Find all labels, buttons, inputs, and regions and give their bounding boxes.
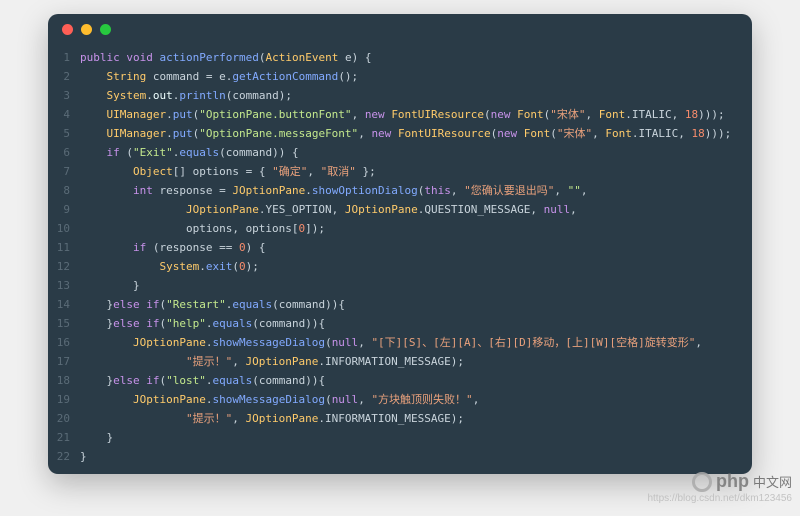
minimize-icon[interactable]	[81, 24, 92, 35]
code-line: 12 System.exit(0);	[48, 257, 752, 276]
line-number: 14	[48, 295, 80, 314]
code-line: 20 "提示！", JOptionPane.INFORMATION_MESSAG…	[48, 409, 752, 428]
code-line: 21 }	[48, 428, 752, 447]
line-content: options, options[0]);	[80, 219, 752, 238]
line-content: if ("Exit".equals(command)) {	[80, 143, 752, 162]
line-number: 7	[48, 162, 80, 181]
line-content: if (response == 0) {	[80, 238, 752, 257]
code-line: 4 UIManager.put("OptionPane.buttonFont",…	[48, 105, 752, 124]
line-content: }else if("help".equals(command)){	[80, 314, 752, 333]
line-number: 2	[48, 67, 80, 86]
line-number: 10	[48, 219, 80, 238]
line-number: 1	[48, 48, 80, 67]
line-number: 19	[48, 390, 80, 409]
line-number: 20	[48, 409, 80, 428]
code-line: 5 UIManager.put("OptionPane.messageFont"…	[48, 124, 752, 143]
line-content: JOptionPane.YES_OPTION, JOptionPane.QUES…	[80, 200, 752, 219]
code-line: 6 if ("Exit".equals(command)) {	[48, 143, 752, 162]
line-content: Object[] options = { "确定", "取消" };	[80, 162, 752, 181]
watermark: php 中文网 https://blog.csdn.net/dkm123456	[647, 471, 792, 504]
line-content: System.exit(0);	[80, 257, 752, 276]
code-line: 13 }	[48, 276, 752, 295]
window-titlebar	[48, 14, 752, 44]
watermark-cn: 中文网	[753, 472, 792, 491]
line-number: 15	[48, 314, 80, 333]
line-number: 17	[48, 352, 80, 371]
code-line: 3 System.out.println(command);	[48, 86, 752, 105]
code-window: 1public void actionPerformed(ActionEvent…	[48, 14, 752, 474]
code-line: 2 String command = e.getActionCommand();	[48, 67, 752, 86]
code-line: 16 JOptionPane.showMessageDialog(null, "…	[48, 333, 752, 352]
line-number: 3	[48, 86, 80, 105]
code-area: 1public void actionPerformed(ActionEvent…	[48, 44, 752, 474]
line-content: UIManager.put("OptionPane.buttonFont", n…	[80, 105, 752, 124]
line-content: String command = e.getActionCommand();	[80, 67, 752, 86]
close-icon[interactable]	[62, 24, 73, 35]
line-number: 4	[48, 105, 80, 124]
line-content: JOptionPane.showMessageDialog(null, "[下]…	[80, 333, 752, 352]
line-content: UIManager.put("OptionPane.messageFont", …	[80, 124, 752, 143]
line-number: 11	[48, 238, 80, 257]
line-number: 13	[48, 276, 80, 295]
line-content: int response = JOptionPane.showOptionDia…	[80, 181, 752, 200]
line-number: 22	[48, 447, 80, 466]
line-content: "提示！", JOptionPane.INFORMATION_MESSAGE);	[80, 409, 752, 428]
line-content: }else if("lost".equals(command)){	[80, 371, 752, 390]
line-content: }else if("Restart".equals(command)){	[80, 295, 752, 314]
line-content: }	[80, 276, 752, 295]
code-line: 18 }else if("lost".equals(command)){	[48, 371, 752, 390]
maximize-icon[interactable]	[100, 24, 111, 35]
code-line: 17 "提示！", JOptionPane.INFORMATION_MESSAG…	[48, 352, 752, 371]
line-content: "提示！", JOptionPane.INFORMATION_MESSAGE);	[80, 352, 752, 371]
line-content: }	[80, 428, 752, 447]
logo-icon	[692, 472, 712, 492]
code-line: 14 }else if("Restart".equals(command)){	[48, 295, 752, 314]
line-content: System.out.println(command);	[80, 86, 752, 105]
watermark-url: https://blog.csdn.net/dkm123456	[647, 493, 792, 504]
code-line: 1public void actionPerformed(ActionEvent…	[48, 48, 752, 67]
line-content: public void actionPerformed(ActionEvent …	[80, 48, 752, 67]
code-line: 22}	[48, 447, 752, 466]
line-content: JOptionPane.showMessageDialog(null, "方块触…	[80, 390, 752, 409]
line-number: 5	[48, 124, 80, 143]
line-number: 21	[48, 428, 80, 447]
line-number: 12	[48, 257, 80, 276]
line-number: 18	[48, 371, 80, 390]
line-number: 9	[48, 200, 80, 219]
code-line: 11 if (response == 0) {	[48, 238, 752, 257]
code-line: 7 Object[] options = { "确定", "取消" };	[48, 162, 752, 181]
code-line: 10 options, options[0]);	[48, 219, 752, 238]
code-line: 15 }else if("help".equals(command)){	[48, 314, 752, 333]
line-number: 16	[48, 333, 80, 352]
watermark-php: php	[716, 471, 749, 492]
line-content: }	[80, 447, 752, 466]
code-line: 8 int response = JOptionPane.showOptionD…	[48, 181, 752, 200]
line-number: 8	[48, 181, 80, 200]
code-line: 19 JOptionPane.showMessageDialog(null, "…	[48, 390, 752, 409]
watermark-brand: php 中文网	[692, 471, 792, 492]
line-number: 6	[48, 143, 80, 162]
code-line: 9 JOptionPane.YES_OPTION, JOptionPane.QU…	[48, 200, 752, 219]
